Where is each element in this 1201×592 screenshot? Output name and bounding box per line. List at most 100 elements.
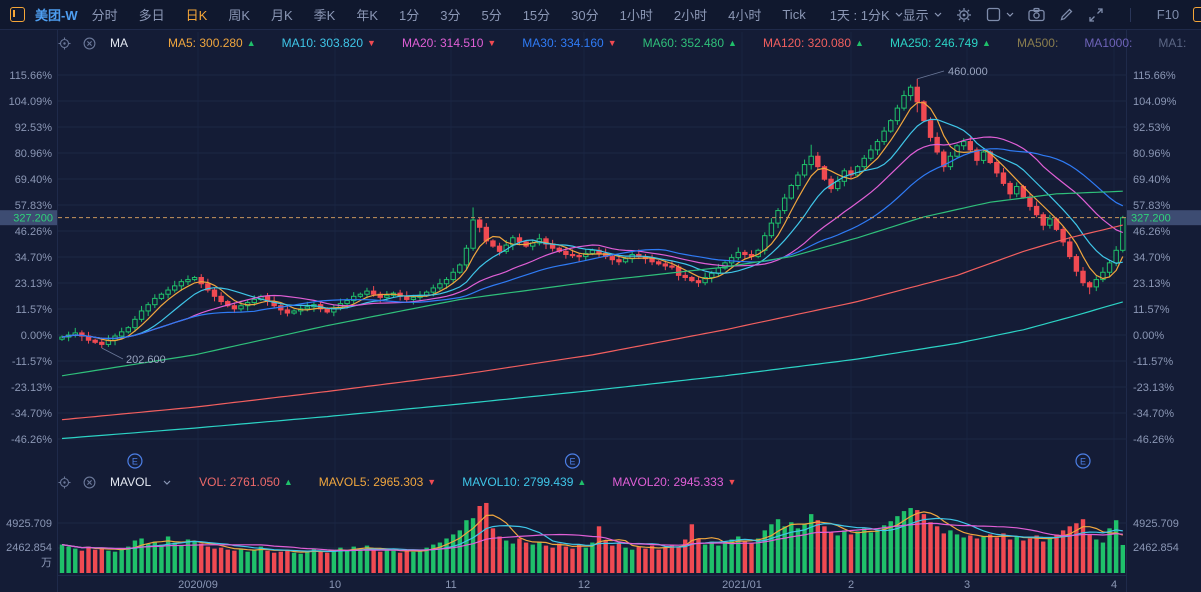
trend-arrow-icon: ▲ <box>855 38 864 48</box>
svg-text:2021/01: 2021/01 <box>722 579 762 591</box>
main-indicator-row: MA MA5: 300.280▲MA10: 303.820▼MA20: 314.… <box>58 32 1189 54</box>
ma-label-value: MA1: <box>1158 36 1186 50</box>
trend-arrow-icon: ▼ <box>608 38 617 48</box>
trend-arrow-icon: ▲ <box>577 477 586 487</box>
display-dropdown[interactable]: 显示 <box>903 5 942 24</box>
current-price-tag-text: 327.200 <box>1131 213 1171 225</box>
price-axis-labels: 115.66%115.66%104.09%104.09%92.53%92.53%… <box>9 70 1177 446</box>
mavol-item-3[interactable]: MAVOL20: 2945.333▼ <box>612 475 736 489</box>
tab-5[interactable]: 季K <box>314 5 336 24</box>
ma-legend-items: MA5: 300.280▲MA10: 303.820▼MA20: 314.510… <box>168 36 1186 50</box>
ma-label-value: MA5: 300.280 <box>168 36 243 50</box>
trend-arrow-icon: ▼ <box>367 38 376 48</box>
ma-item-3[interactable]: MA30: 334.160▼ <box>522 36 616 50</box>
ma-label-value: MA60: 352.480 <box>643 36 724 50</box>
svg-text:2462.854: 2462.854 <box>1133 542 1179 554</box>
tab-11[interactable]: 30分 <box>571 5 598 24</box>
settings-gear-icon[interactable] <box>956 7 972 23</box>
svg-text:12: 12 <box>578 579 590 591</box>
tab-10[interactable]: 15分 <box>523 5 550 24</box>
mavol-item-0[interactable]: VOL: 2761.050▲ <box>199 475 293 489</box>
tab-15[interactable]: Tick <box>782 7 805 22</box>
tab-9[interactable]: 5分 <box>481 5 501 24</box>
panel-toggle-icon[interactable] <box>10 7 25 22</box>
svg-text:E: E <box>570 457 576 467</box>
volume-indicator-row: MAVOL VOL: 2761.050▲ MAVOL5: 2965.303▼ MAV… <box>58 471 1189 493</box>
indicator-close-icon[interactable] <box>83 476 96 489</box>
svg-text:23.13%: 23.13% <box>15 278 53 290</box>
svg-text:104.09%: 104.09% <box>1133 96 1177 108</box>
mavol-item-2[interactable]: MAVOL10: 2799.439▲ <box>462 475 586 489</box>
trend-arrow-icon: ▲ <box>728 38 737 48</box>
tab-1[interactable]: 多日 <box>139 5 165 24</box>
svg-text:10: 10 <box>329 579 341 591</box>
indicator-name[interactable]: MA <box>110 36 128 50</box>
ma-item-5[interactable]: MA120: 320.080▲ <box>763 36 864 50</box>
ma-item-8[interactable]: MA1000: <box>1084 36 1132 50</box>
svg-text:-34.70%: -34.70% <box>11 408 52 420</box>
indicator-settings-gear-icon[interactable] <box>58 37 71 50</box>
tab-0[interactable]: 分时 <box>92 5 118 24</box>
toolbar-divider <box>1130 8 1131 22</box>
svg-text:-34.70%: -34.70% <box>1133 408 1174 420</box>
indicator-name[interactable]: MAVOL <box>110 475 151 489</box>
svg-text:4925.709: 4925.709 <box>1133 518 1179 530</box>
trend-arrow-icon: ▼ <box>427 477 436 487</box>
low-annotation-label: 202.600 <box>126 354 166 366</box>
svg-text:34.70%: 34.70% <box>1133 252 1171 264</box>
tab-12[interactable]: 1小时 <box>620 5 653 24</box>
event-marker[interactable]: E <box>566 454 580 468</box>
indicator-close-icon[interactable] <box>83 37 96 50</box>
screenshot-camera-icon[interactable] <box>1028 7 1045 22</box>
tab-4[interactable]: 月K <box>271 5 293 24</box>
ma-item-2[interactable]: MA20: 314.510▼ <box>402 36 496 50</box>
svg-text:-46.26%: -46.26% <box>11 434 52 446</box>
svg-text:11: 11 <box>445 579 456 591</box>
ma-item-9[interactable]: MA1: <box>1158 36 1186 50</box>
svg-text:92.53%: 92.53% <box>15 122 53 134</box>
svg-text:11.57%: 11.57% <box>16 304 53 316</box>
svg-text:E: E <box>1080 457 1086 467</box>
tab-2[interactable]: 日K <box>186 5 208 24</box>
ma-item-1[interactable]: MA10: 303.820▼ <box>282 36 376 50</box>
ma-item-4[interactable]: MA60: 352.480 ▲ <box>643 36 737 50</box>
ma-item-7[interactable]: MA500: <box>1017 36 1058 50</box>
sidebar-toggle-icon[interactable] <box>1193 7 1201 22</box>
ma-item-6[interactable]: MA250: 246.749▲ <box>890 36 991 50</box>
chevron-down-icon <box>895 12 903 17</box>
trend-arrow-icon: ▼ <box>487 38 496 48</box>
svg-text:4925.709: 4925.709 <box>6 518 52 530</box>
tab-6[interactable]: 年K <box>356 5 378 24</box>
mavol-item-1[interactable]: MAVOL5: 2965.303▼ <box>319 475 436 489</box>
tab-8[interactable]: 3分 <box>440 5 460 24</box>
tab-3[interactable]: 周K <box>228 5 250 24</box>
f10-button[interactable]: F10 <box>1157 7 1179 22</box>
chart-canvas[interactable]: 115.66%115.66%104.09%104.09%92.53%92.53%… <box>0 0 1201 592</box>
svg-text:80.96%: 80.96% <box>1133 148 1171 160</box>
indicator-settings-gear-icon[interactable] <box>58 476 71 489</box>
event-marker[interactable]: E <box>128 454 142 468</box>
tab-14[interactable]: 4小时 <box>728 5 761 24</box>
chart-style-dropdown[interactable] <box>986 7 1014 22</box>
ma250-line <box>62 302 1123 439</box>
tab-7[interactable]: 1分 <box>399 5 419 24</box>
svg-text:0.00%: 0.00% <box>21 330 52 342</box>
custom-period-combo[interactable]: 1天 : 1分K <box>830 5 903 24</box>
svg-text:115.66%: 115.66% <box>9 70 52 82</box>
symbol-title: 美团-W <box>35 5 78 24</box>
draw-pencil-icon[interactable] <box>1059 7 1074 22</box>
tab-13[interactable]: 2小时 <box>674 5 707 24</box>
ma-item-0[interactable]: MA5: 300.280▲ <box>168 36 256 50</box>
svg-text:E: E <box>132 457 138 467</box>
fullscreen-expand-icon[interactable] <box>1088 7 1104 23</box>
low-annotation-line <box>102 348 123 359</box>
chart-style-icon <box>986 7 1001 22</box>
ma-label-value: MA250: 246.749 <box>890 36 978 50</box>
svg-text:2462.854: 2462.854 <box>6 542 52 554</box>
event-marker[interactable]: E <box>1076 454 1090 468</box>
ma30-line <box>62 149 1123 339</box>
trend-arrow-icon: ▼ <box>728 477 737 487</box>
svg-text:4: 4 <box>1111 579 1117 591</box>
svg-text:69.40%: 69.40% <box>15 174 53 186</box>
chevron-down-icon <box>934 12 942 17</box>
